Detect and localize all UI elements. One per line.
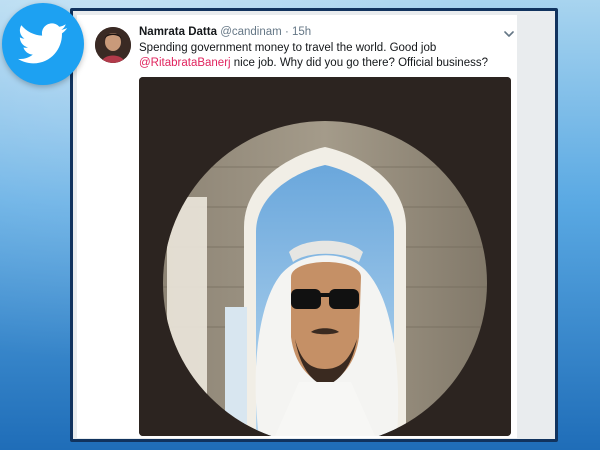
mention-link[interactable]: @RitabrataBanerj xyxy=(139,57,231,69)
tweet-text-part: Spending government money to travel the … xyxy=(139,42,437,54)
avatar-image xyxy=(95,27,131,63)
tweet-header: Namrata Datta @candinam · 15h xyxy=(139,25,311,40)
tweet-photo[interactable] xyxy=(139,77,511,436)
tweet-card: Namrata Datta @candinam · 15h Spending g… xyxy=(77,15,517,438)
chevron-down-icon[interactable] xyxy=(503,28,515,40)
tweet-window: Namrata Datta @candinam · 15h Spending g… xyxy=(70,8,558,442)
author-handle[interactable]: @candinam xyxy=(220,26,282,38)
tweet-text: Spending government money to travel the … xyxy=(139,41,514,71)
author-name[interactable]: Namrata Datta xyxy=(139,26,217,38)
twitter-logo xyxy=(2,3,84,85)
timestamp[interactable]: 15h xyxy=(292,26,311,38)
avatar[interactable] xyxy=(95,27,131,63)
separator-dot: · xyxy=(284,26,289,38)
twitter-bird-icon xyxy=(18,23,68,64)
photo-image xyxy=(139,77,511,436)
tweet-text-part: nice job. Why did you go there? Official… xyxy=(230,57,488,69)
